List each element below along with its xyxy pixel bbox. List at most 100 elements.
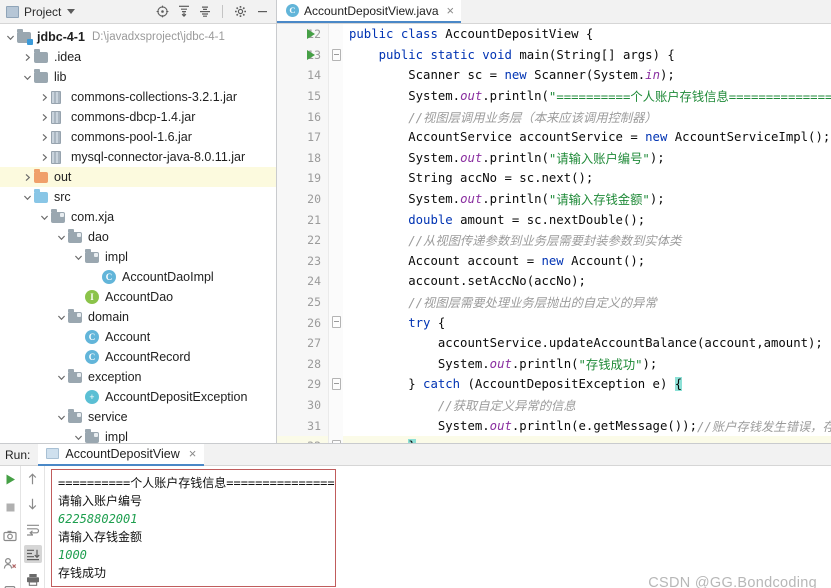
print-icon[interactable]	[24, 570, 42, 588]
tree-node-lib[interactable]: lib	[0, 67, 276, 87]
chevron-down-icon[interactable]	[38, 213, 51, 222]
chevron-right-icon[interactable]	[38, 113, 51, 122]
chevron-right-icon[interactable]	[21, 53, 34, 62]
gutter-line-number[interactable]: 15	[277, 86, 328, 107]
tree-node-service[interactable]: service	[0, 407, 276, 427]
code-line[interactable]: //获取自定义异常的信息	[343, 395, 831, 416]
tree-node-com-xja[interactable]: com.xja	[0, 207, 276, 227]
run-tab-accountdepositview[interactable]: AccountDepositView ×	[38, 443, 205, 466]
code-area[interactable]: 12 13 14 15 16 17 18 19 20 21 22 23 24 25 26 27 28 29 30 31…	[277, 24, 831, 443]
tree-node-dao[interactable]: dao	[0, 227, 276, 247]
code-line[interactable]: public class AccountDepositView {	[343, 24, 831, 45]
code-line[interactable]: }	[343, 435, 831, 443]
fold-region[interactable]	[329, 312, 343, 333]
gutter-line-number[interactable]: 17	[277, 127, 328, 148]
fold-collapse-icon[interactable]	[332, 378, 341, 391]
gutter-line-number[interactable]: 30	[277, 395, 328, 416]
tree-node-commons-pool-1-6-jar[interactable]: commons-pool-1.6.jar	[0, 127, 276, 147]
close-icon[interactable]: ×	[189, 447, 197, 460]
fold-collapse-icon[interactable]	[332, 48, 341, 61]
chevron-down-icon[interactable]	[55, 233, 68, 242]
run-gutter-icon[interactable]	[307, 29, 315, 40]
gutter-line-number[interactable]: 16	[277, 106, 328, 127]
chevron-down-icon[interactable]	[21, 193, 34, 202]
expand-all-icon[interactable]	[178, 5, 190, 18]
scroll-down-icon[interactable]	[24, 495, 42, 513]
chevron-down-icon[interactable]	[72, 253, 85, 262]
tree-node--idea[interactable]: .idea	[0, 47, 276, 67]
tree-node-account[interactable]: C Account	[0, 327, 276, 347]
code-line[interactable]: AccountService accountService = new Acco…	[343, 127, 831, 148]
chevron-right-icon[interactable]	[21, 173, 34, 182]
gutter-line-number[interactable]: 14	[277, 65, 328, 86]
chevron-right-icon[interactable]	[38, 153, 51, 162]
fold-collapse-icon[interactable]	[332, 316, 341, 329]
tree-node-jdbc-4-1[interactable]: jdbc-4-1 D:\javadxsproject\jdbc-4-1	[0, 27, 276, 47]
gutter-line-number[interactable]: 31	[277, 415, 328, 436]
code-line[interactable]: System. out .println("请输入账户编号");	[343, 148, 831, 169]
code-line[interactable]: String accNo = sc.next();	[343, 168, 831, 189]
tree-node-out[interactable]: out	[0, 167, 276, 187]
project-title-group[interactable]: Project	[6, 5, 156, 19]
soft-wrap-icon[interactable]	[24, 520, 42, 538]
gutter-line-number[interactable]: 23	[277, 251, 328, 272]
code-line[interactable]: System. out .println("请输入存钱金额");	[343, 189, 831, 210]
tree-node-exception[interactable]: exception	[0, 367, 276, 387]
editor-fold-strip[interactable]	[329, 24, 343, 443]
code-line[interactable]: System. out .println(e.getMessage());//账户存…	[343, 415, 831, 436]
editor-tab-accountdepositview[interactable]: C AccountDepositView.java ×	[277, 0, 462, 23]
run-gutter-icon[interactable]	[307, 49, 315, 60]
gutter-line-number[interactable]: 12	[277, 24, 328, 45]
tree-node-accountdaoimpl[interactable]: C AccountDaoImpl	[0, 267, 276, 287]
gutter-line-number[interactable]: 27	[277, 333, 328, 354]
gutter-line-number[interactable]: 21	[277, 209, 328, 230]
gutter-line-number[interactable]: 19	[277, 168, 328, 189]
gutter-line-number[interactable]: 13	[277, 45, 328, 66]
gutter-line-number[interactable]: 32	[277, 435, 328, 443]
exit-icon[interactable]	[1, 582, 19, 588]
tree-node-domain[interactable]: domain	[0, 307, 276, 327]
tree-node-commons-collections-3-2-1-jar[interactable]: commons-collections-3.2.1.jar	[0, 87, 276, 107]
project-tree[interactable]: jdbc-4-1 D:\javadxsproject\jdbc-4-1 .idea l…	[0, 24, 276, 443]
code-line[interactable]: Scanner sc = new Scanner(System. in);	[343, 65, 831, 86]
chevron-right-icon[interactable]	[38, 93, 51, 102]
code-line[interactable]: account.setAccNo(accNo);	[343, 271, 831, 292]
code-line[interactable]: double amount = sc.nextDouble();	[343, 209, 831, 230]
fold-region[interactable]	[329, 436, 343, 443]
code-line[interactable]: //视图层调用业务层（本来应该调用控制器）	[343, 106, 831, 127]
chevron-down-icon[interactable]	[4, 33, 17, 42]
scroll-to-end-icon[interactable]	[23, 545, 42, 563]
tree-node-impl[interactable]: impl	[0, 247, 276, 267]
code-line[interactable]: Account account = new Account();	[343, 251, 831, 272]
close-icon[interactable]: ×	[447, 4, 455, 17]
tree-node-accountdepositexception[interactable]: + AccountDepositException	[0, 387, 276, 407]
chevron-right-icon[interactable]	[38, 133, 51, 142]
stop-icon[interactable]	[1, 498, 19, 516]
chevron-down-icon[interactable]	[55, 413, 68, 422]
gutter-line-number[interactable]: 25	[277, 292, 328, 313]
editor-gutter[interactable]: 12 13 14 15 16 17 18 19 20 21 22 23 24 25 26 27 28 29 30 31…	[277, 24, 329, 443]
camera-icon[interactable]	[1, 526, 19, 544]
gutter-line-number[interactable]: 29	[277, 374, 328, 395]
console-output[interactable]: ==========个人账户存钱信息================== 请输入账…	[51, 469, 336, 587]
code-line[interactable]: accountService.updateAccountBalance(acco…	[343, 333, 831, 354]
gutter-line-number[interactable]: 20	[277, 189, 328, 210]
collapse-all-icon[interactable]	[199, 5, 211, 18]
tree-node-mysql-connector-java-8-0-11-jar[interactable]: mysql-connector-java-8.0.11.jar	[0, 147, 276, 167]
tree-node-src[interactable]: src	[0, 187, 276, 207]
gutter-line-number[interactable]: 26	[277, 312, 328, 333]
fold-region[interactable]	[329, 374, 343, 395]
dump-threads-icon[interactable]	[1, 554, 19, 572]
chevron-down-icon[interactable]	[21, 73, 34, 82]
gutter-line-number[interactable]: 24	[277, 271, 328, 292]
tree-node-impl[interactable]: impl	[0, 427, 276, 443]
chevron-down-icon[interactable]	[55, 313, 68, 322]
code-line[interactable]: public static void main(String[] args) {	[343, 45, 831, 66]
chevron-down-icon[interactable]	[67, 9, 76, 14]
tree-node-accountrecord[interactable]: C AccountRecord	[0, 347, 276, 367]
locate-icon[interactable]	[156, 5, 169, 18]
gutter-line-number[interactable]: 18	[277, 148, 328, 169]
code-line[interactable]: //从视图传递参数到业务层需要封装参数到实体类	[343, 230, 831, 251]
fold-region[interactable]	[329, 45, 343, 66]
tree-node-commons-dbcp-1-4-jar[interactable]: commons-dbcp-1.4.jar	[0, 107, 276, 127]
